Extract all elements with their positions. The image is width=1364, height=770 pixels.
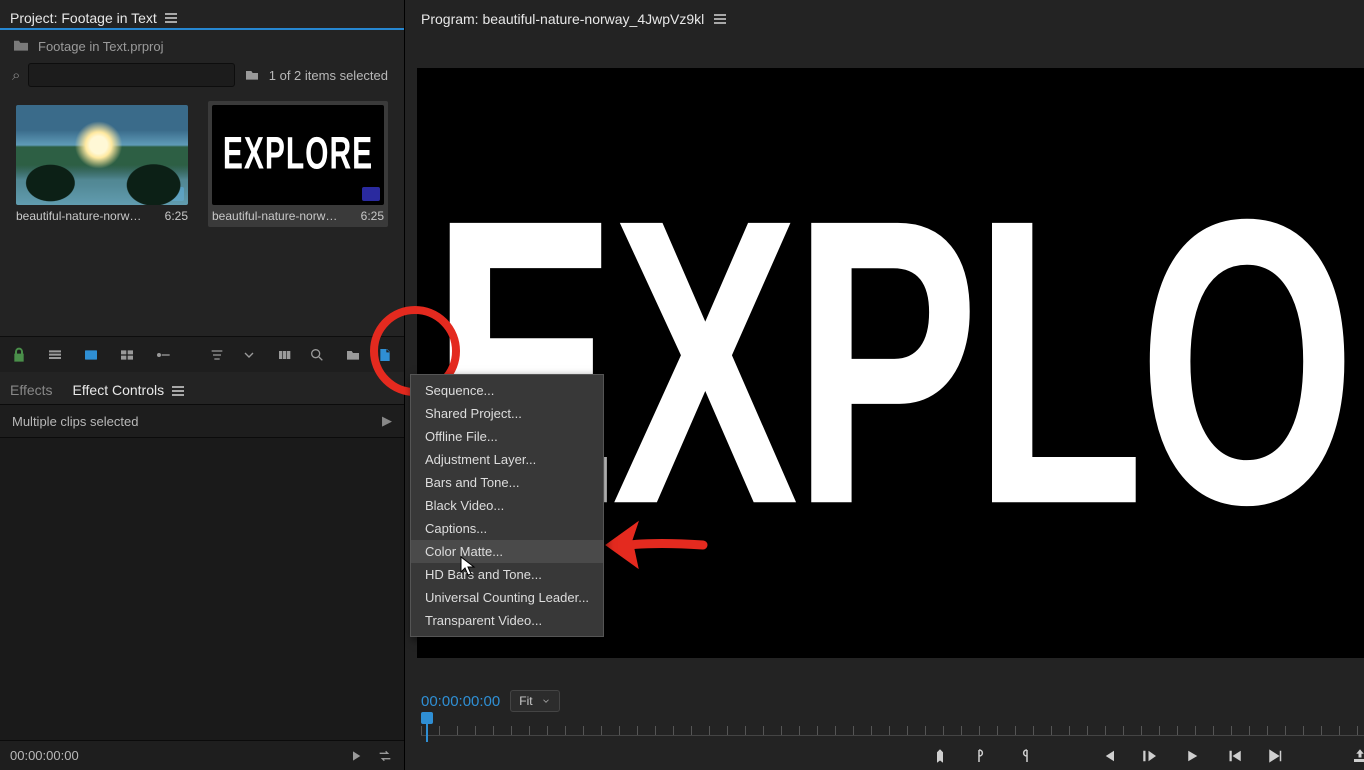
play-around-icon[interactable] — [348, 747, 366, 765]
menu-item-captions[interactable]: Captions... — [411, 517, 603, 540]
panel-menu-icon[interactable] — [165, 13, 177, 23]
menu-item-offline-file[interactable]: Offline File... — [411, 425, 603, 448]
clip-item[interactable]: EXPLORE beautiful-nature-norway... 6:25 — [208, 101, 388, 227]
list-view-icon[interactable] — [46, 346, 64, 364]
clip-duration: 6:25 — [165, 209, 188, 223]
sequence-badge-icon — [362, 187, 380, 201]
zoom-label: Fit — [519, 694, 532, 708]
search-icon: ⌕ — [12, 67, 20, 84]
project-file-name: Footage in Text.prproj — [38, 39, 164, 54]
project-search-input[interactable] — [28, 63, 234, 87]
disclosure-triangle-icon[interactable]: ▶ — [382, 413, 392, 429]
project-panel-header[interactable]: Project: Footage in Text — [0, 0, 404, 30]
project-footer — [0, 336, 404, 372]
tab-effects[interactable]: Effects — [10, 382, 53, 398]
effect-controls-footer: 00:00:00:00 — [0, 740, 404, 770]
new-item-menu[interactable]: Sequence...Shared Project...Offline File… — [410, 374, 604, 637]
playhead-icon[interactable] — [421, 712, 433, 742]
icon-view-icon[interactable] — [82, 346, 100, 364]
program-time-ruler[interactable] — [421, 716, 1364, 736]
menu-item-hd-bars-and-tone[interactable]: HD Bars and Tone... — [411, 563, 603, 586]
project-panel: Project: Footage in Text Footage in Text… — [0, 0, 404, 372]
new-search-bin-icon[interactable] — [243, 66, 261, 84]
video-badge-icon — [166, 187, 184, 201]
menu-item-black-video[interactable]: Black Video... — [411, 494, 603, 517]
menu-item-transparent-video[interactable]: Transparent Video... — [411, 609, 603, 632]
step-forward-button[interactable] — [1224, 746, 1244, 766]
clip-name: beautiful-nature-norway... — [212, 209, 342, 223]
clip-thumbnail[interactable]: EXPLORE — [212, 105, 384, 205]
project-panel-title: Project: Footage in Text — [10, 10, 157, 26]
tab-effect-controls[interactable]: Effect Controls — [73, 382, 184, 398]
effect-controls-status: Multiple clips selected — [12, 414, 138, 429]
chevron-down-icon — [541, 696, 551, 706]
clip-item[interactable]: beautiful-nature-norway... 6:25 — [12, 101, 192, 227]
clip-duration: 6:25 — [361, 209, 384, 223]
menu-item-bars-and-tone[interactable]: Bars and Tone... — [411, 471, 603, 494]
effect-controls-body — [0, 438, 404, 740]
mouse-cursor-icon — [460, 556, 476, 576]
program-panel-header[interactable]: Program: beautiful-nature-norway_4JwpVz9… — [405, 0, 1364, 30]
step-back-button[interactable] — [1140, 746, 1160, 766]
selection-count: 1 of 2 items selected — [269, 68, 392, 83]
effects-panel: Effects Effect Controls Multiple clips s… — [0, 372, 404, 770]
clip-name: beautiful-nature-norway... — [16, 209, 146, 223]
thumbnail-size-slider[interactable] — [154, 346, 172, 364]
go-to-in-button[interactable] — [1098, 746, 1118, 766]
new-bin-icon[interactable] — [344, 346, 362, 364]
menu-item-universal-counting-leader[interactable]: Universal Counting Leader... — [411, 586, 603, 609]
effect-controls-timecode[interactable]: 00:00:00:00 — [10, 748, 79, 763]
project-bin-grid: beautiful-nature-norway... 6:25 EXPLORE … — [0, 91, 404, 237]
sort-icon[interactable] — [208, 346, 226, 364]
write-lock-icon[interactable] — [10, 346, 28, 364]
clip-thumbnail[interactable] — [16, 105, 188, 205]
menu-item-adjustment-layer[interactable]: Adjustment Layer... — [411, 448, 603, 471]
panel-menu-icon[interactable] — [714, 14, 726, 24]
add-marker-button[interactable] — [930, 746, 950, 766]
menu-item-sequence[interactable]: Sequence... — [411, 379, 603, 402]
zoom-select[interactable]: Fit — [510, 690, 559, 712]
find-icon[interactable] — [308, 346, 326, 364]
effect-controls-header[interactable]: Multiple clips selected ▶ — [0, 404, 404, 438]
go-to-out-button[interactable] — [1266, 746, 1286, 766]
automate-to-sequence-icon[interactable] — [276, 346, 294, 364]
project-file-row: Footage in Text.prproj — [0, 30, 404, 59]
panel-menu-icon[interactable] — [172, 386, 184, 396]
lift-button[interactable] — [1350, 746, 1364, 766]
program-timecode[interactable]: 00:00:00:00 — [421, 693, 500, 710]
play-button[interactable] — [1182, 746, 1202, 766]
bin-icon — [12, 38, 30, 55]
program-transport-bar — [405, 736, 1364, 770]
loop-icon[interactable] — [376, 747, 394, 765]
chevron-down-icon[interactable] — [240, 346, 258, 364]
mark-out-button[interactable] — [1014, 746, 1034, 766]
explore-thumb-text: EXPLORE — [223, 137, 373, 173]
mark-in-button[interactable] — [972, 746, 992, 766]
freeform-view-icon[interactable] — [118, 346, 136, 364]
menu-item-shared-project[interactable]: Shared Project... — [411, 402, 603, 425]
menu-item-color-matte[interactable]: Color Matte... — [411, 540, 603, 563]
annotation-arrow — [598, 510, 708, 580]
program-panel-title: Program: beautiful-nature-norway_4JwpVz9… — [421, 11, 704, 27]
